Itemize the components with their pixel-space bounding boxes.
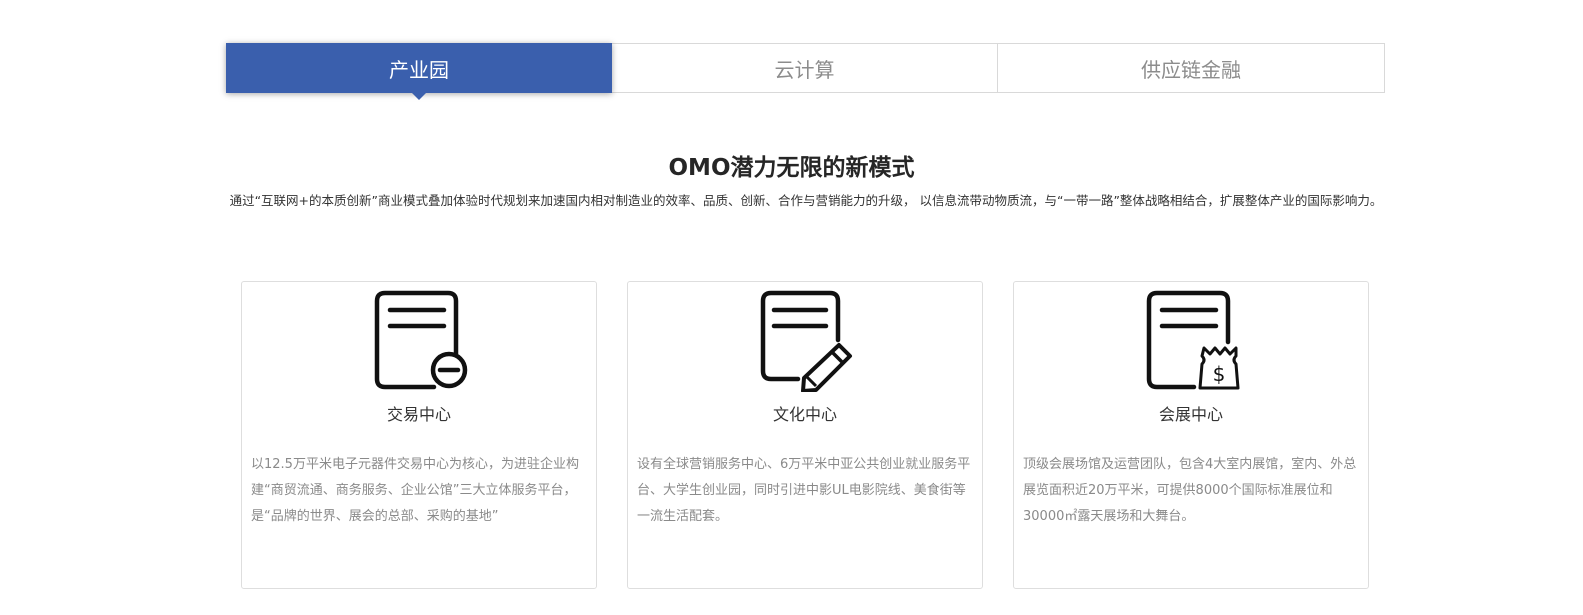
card-culture-center: 文化中心 设有全球营销服务中心、6万平米中亚公共创业就业服务平台、大学生创业园，… bbox=[627, 281, 983, 589]
page: 产业园 云计算 供应链金融 OMO潜力无限的新模式 通过“互联网+的本质创新”商… bbox=[0, 0, 1583, 615]
section-title: OMO潜力无限的新模式 bbox=[668, 155, 915, 181]
card-title: 会展中心 bbox=[1158, 405, 1223, 424]
card-description: 顶级会展场馆及运营团队，包含4大室内展馆，室内、外总展览面积近20万平米，可提供… bbox=[1023, 457, 1357, 524]
document-pencil-icon bbox=[760, 290, 852, 392]
document-money-bag-icon: $ bbox=[1146, 290, 1240, 390]
card-expo-center: $ 会展中心 顶级会展场馆及运营团队，包含4大室内展馆，室内、外总展览面积近20… bbox=[1013, 281, 1369, 589]
card-trade-center: 交易中心 以12.5万平米电子元器件交易中心为核心，为进驻企业构建“商贸流通、商… bbox=[241, 281, 597, 589]
tab-label: 供应链金融 bbox=[1141, 57, 1241, 82]
card-title: 文化中心 bbox=[772, 405, 837, 424]
document-minus-icon bbox=[374, 290, 468, 390]
tab-bar: 产业园 云计算 供应链金融 bbox=[226, 43, 1385, 100]
dollar-glyph: $ bbox=[1213, 362, 1226, 386]
card-title: 交易中心 bbox=[386, 405, 451, 424]
tab-label: 产业园 bbox=[389, 57, 449, 82]
tab-cloud-computing[interactable]: 云计算 bbox=[612, 43, 998, 93]
tab-industrial-park[interactable]: 产业园 bbox=[226, 43, 612, 100]
card-description: 以12.5万平米电子元器件交易中心为核心，为进驻企业构建“商贸流通、商务服务、企… bbox=[251, 457, 579, 524]
tab-label: 云计算 bbox=[774, 57, 835, 82]
section-intro: 通过“互联网+的本质创新”商业模式叠加体验时代规划来加速国内相对制造业的效率、品… bbox=[229, 193, 1383, 208]
card-description: 设有全球营销服务中心、6万平米中亚公共创业就业服务平台、大学生创业园，同时引进中… bbox=[637, 457, 971, 524]
tab-supply-chain-finance[interactable]: 供应链金融 bbox=[998, 43, 1385, 93]
